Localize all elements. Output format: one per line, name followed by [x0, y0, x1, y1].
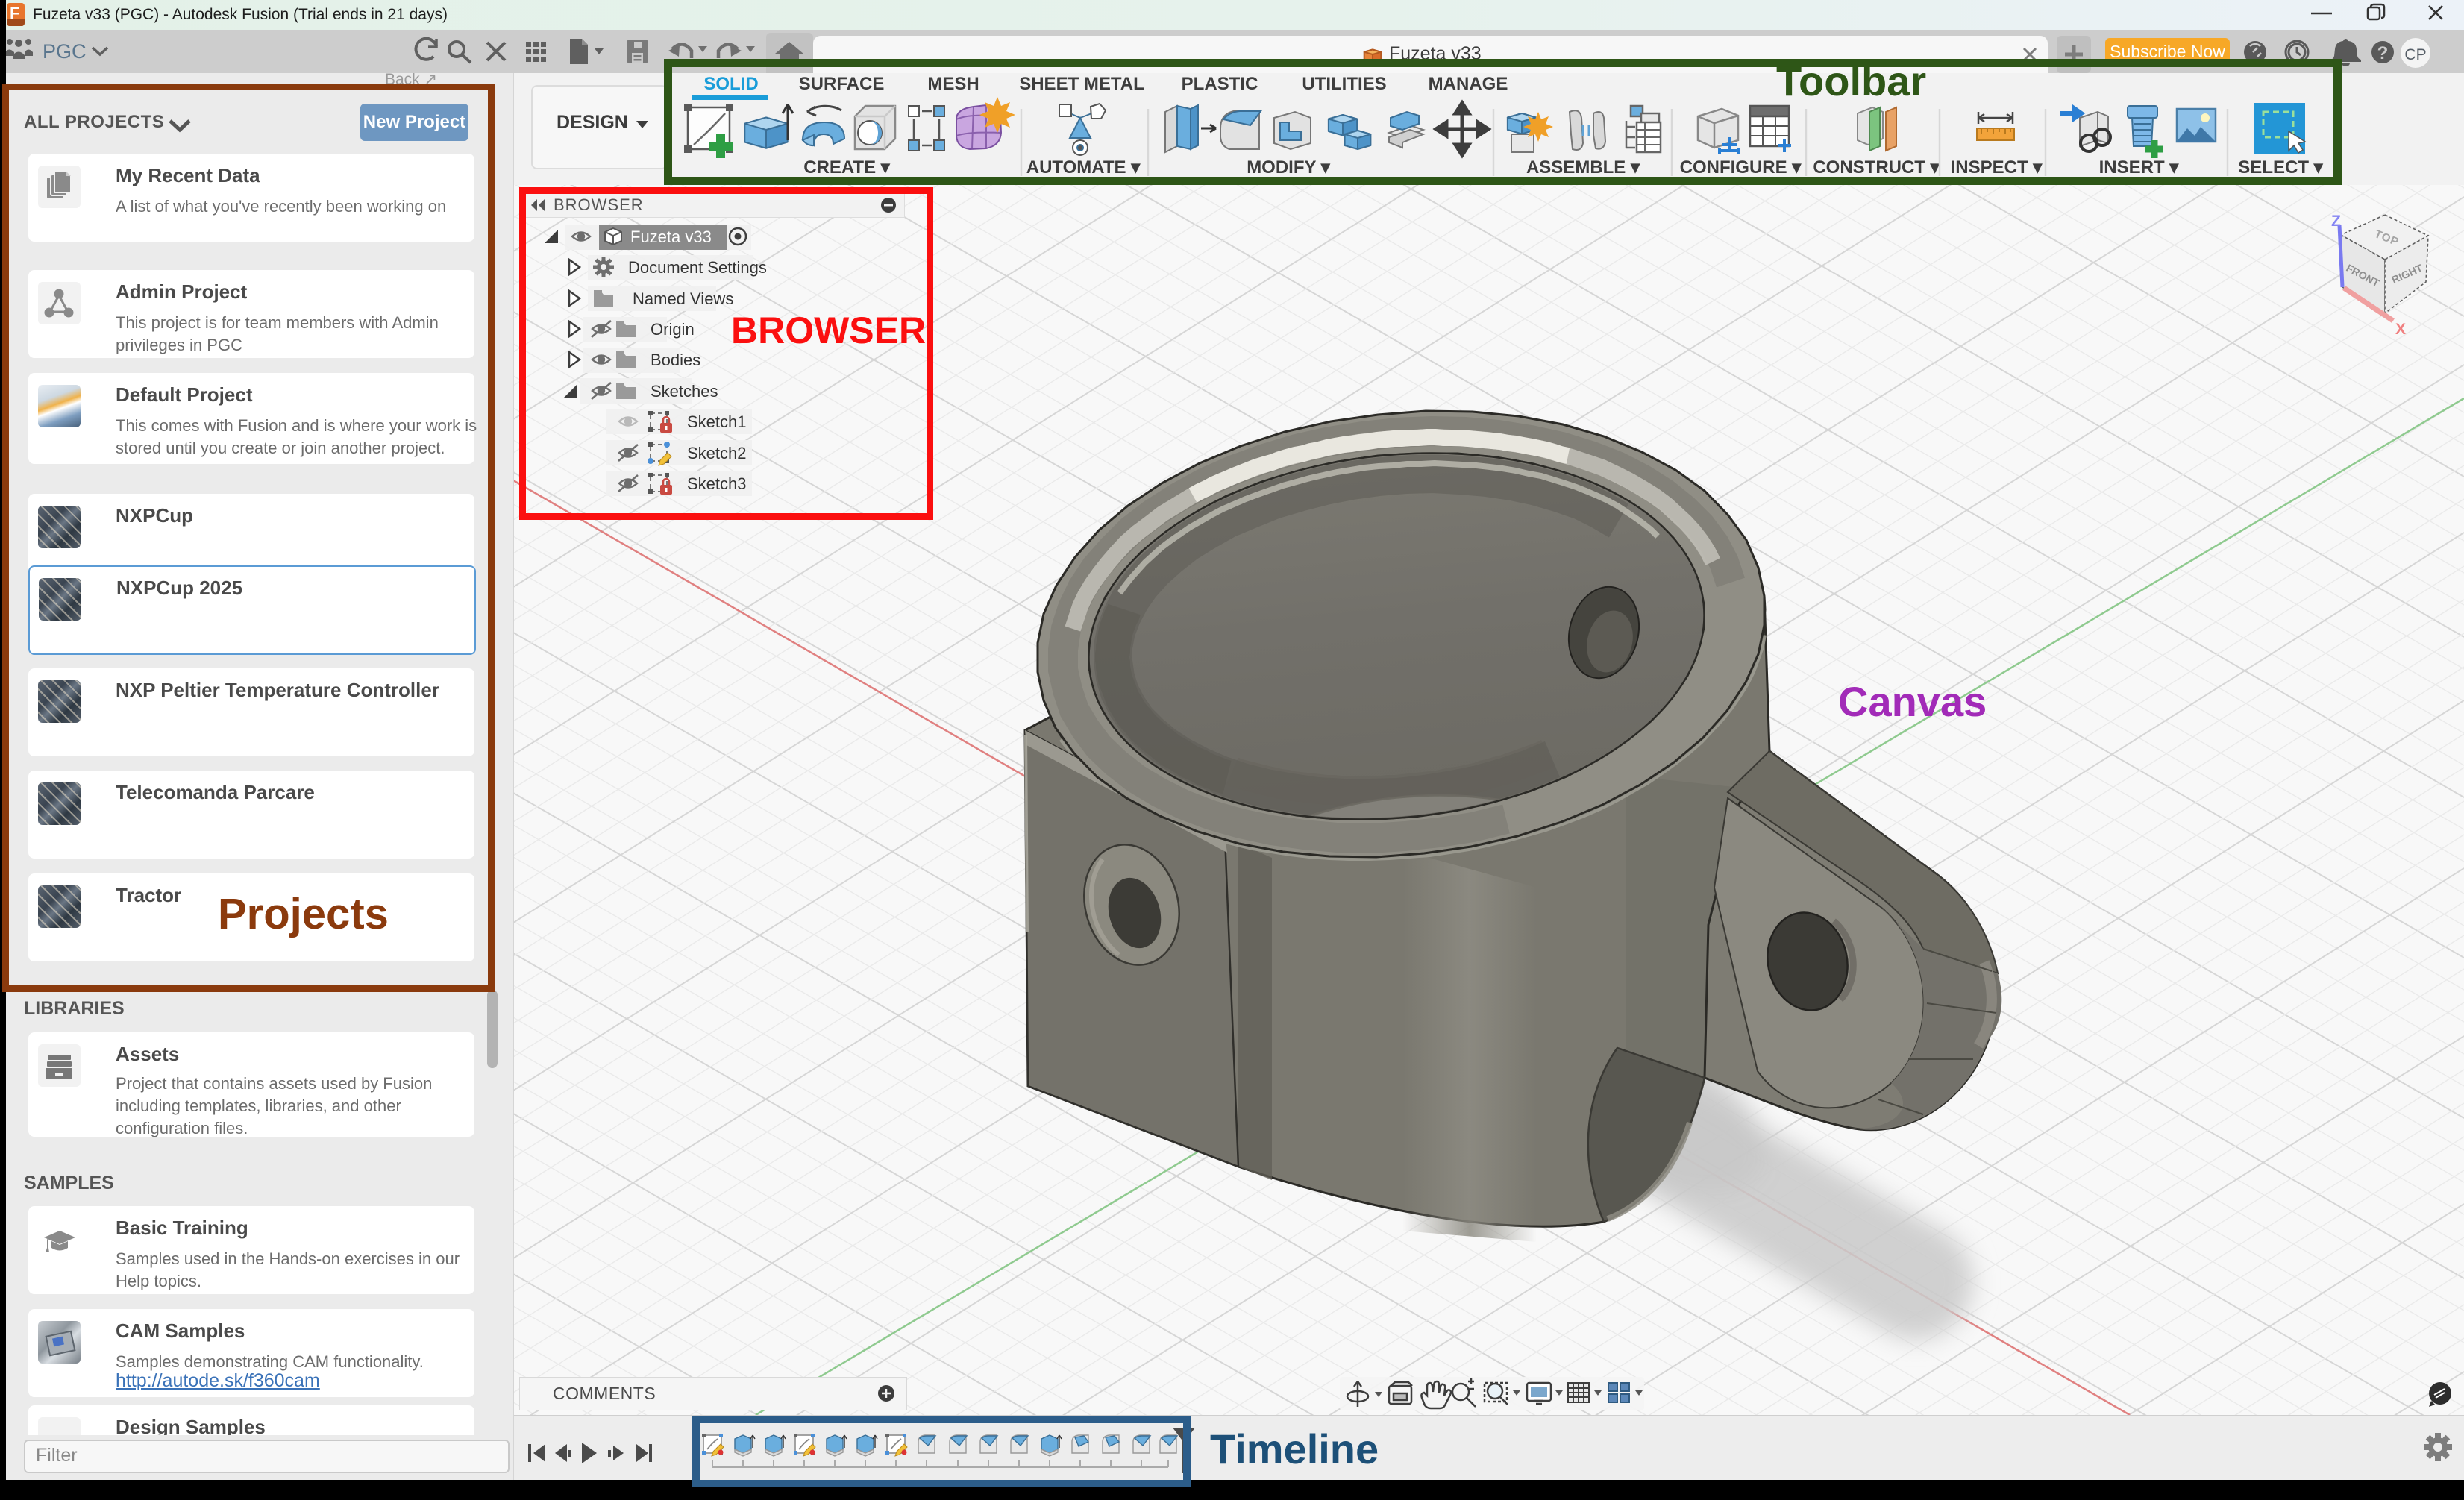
svg-text:Z: Z — [2331, 213, 2341, 230]
svg-text:PGC: PGC — [43, 40, 87, 63]
svg-text:X: X — [2395, 321, 2406, 338]
svg-text:?: ? — [2377, 43, 2389, 63]
svg-text:CP: CP — [2404, 46, 2426, 63]
